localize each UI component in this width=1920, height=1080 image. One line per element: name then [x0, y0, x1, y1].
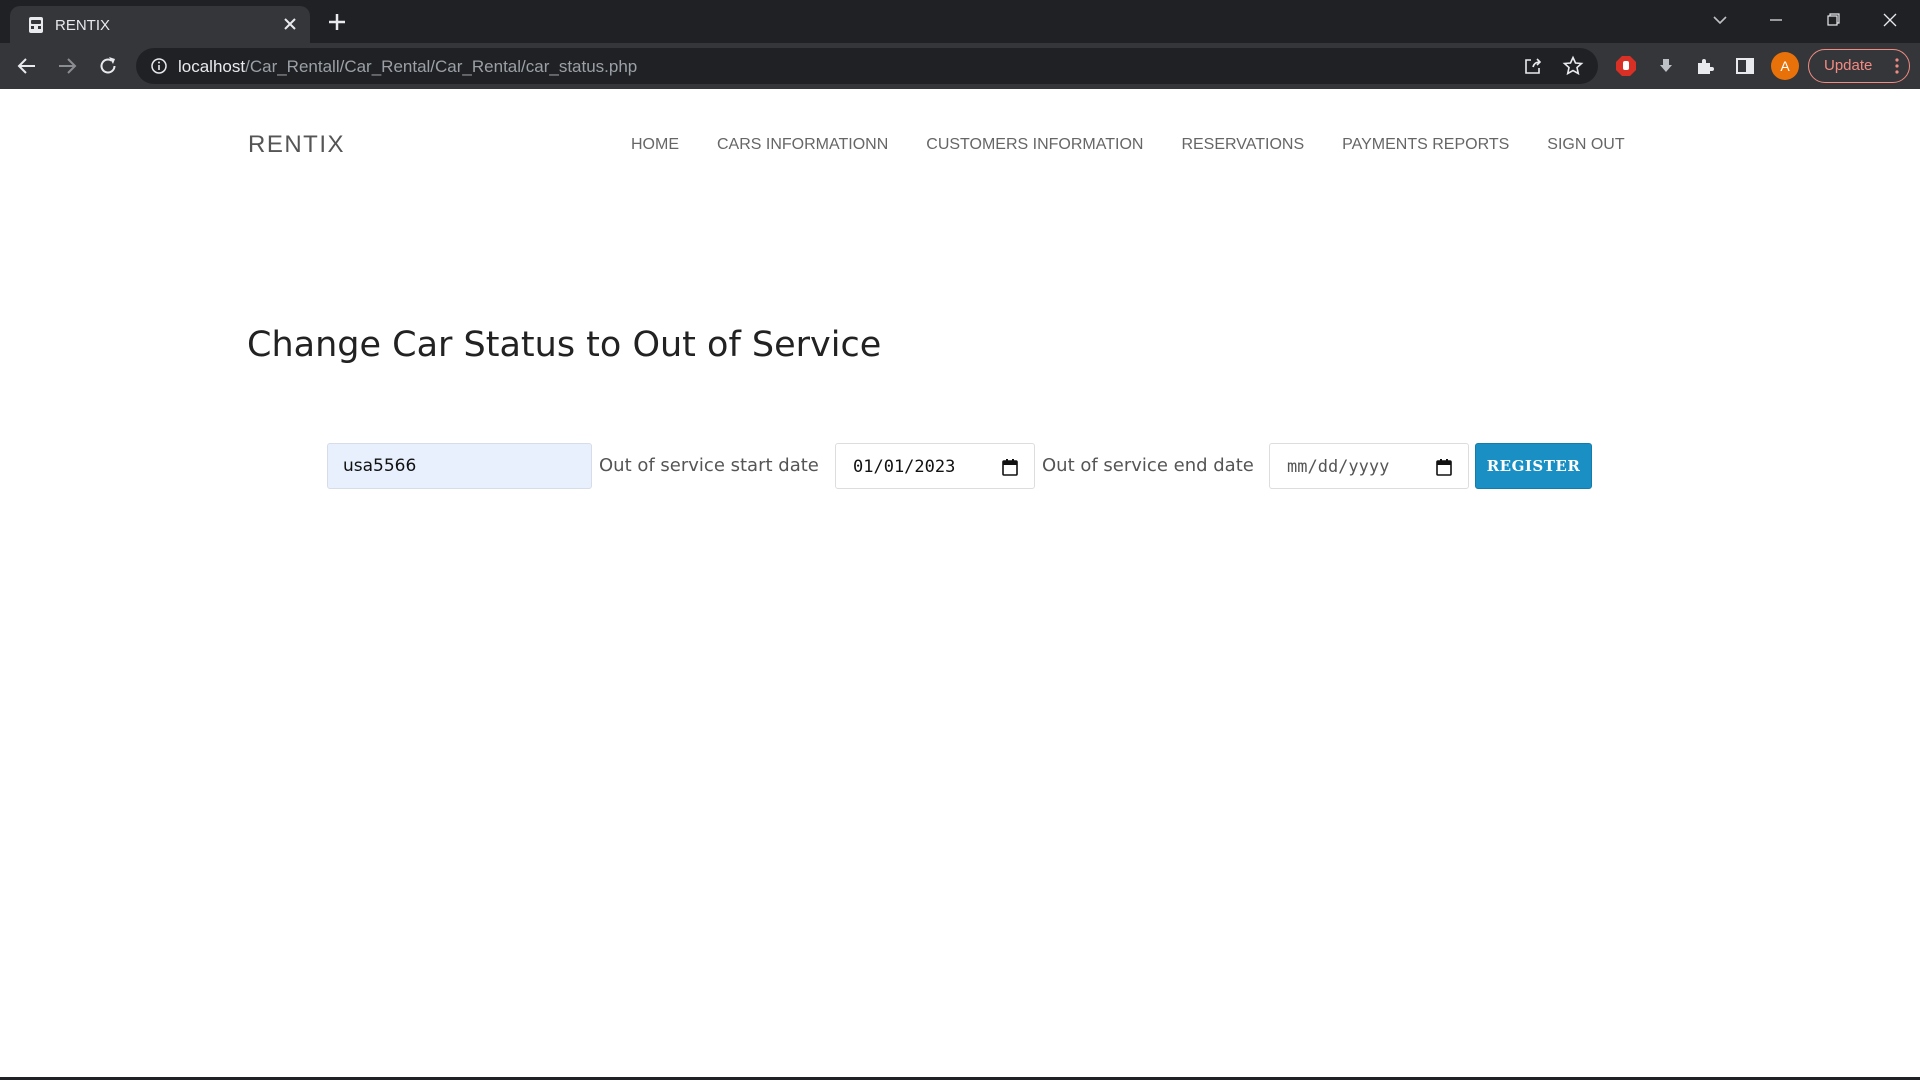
- minimize-icon[interactable]: [1764, 8, 1788, 32]
- car-favicon-icon: [29, 17, 43, 33]
- address-bar[interactable]: localhost/Car_Rentall/Car_Rental/Car_Ren…: [136, 48, 1598, 84]
- end-date-label: Out of service end date: [1042, 455, 1254, 476]
- nav-payments-reports[interactable]: PAYMENTS REPORTS: [1342, 136, 1509, 154]
- page-title: Change Car Status to Out of Service: [247, 325, 882, 365]
- url-host: localhost: [178, 57, 246, 76]
- download-extension-icon[interactable]: [1654, 54, 1678, 78]
- new-tab-icon[interactable]: [325, 10, 349, 34]
- restore-icon[interactable]: [1821, 8, 1845, 32]
- start-date-label: Out of service start date: [599, 455, 819, 476]
- extensions-puzzle-icon[interactable]: [1693, 54, 1717, 78]
- tab-search-icon[interactable]: [1708, 8, 1732, 32]
- nav-home[interactable]: HOME: [631, 136, 679, 154]
- url-path: /Car_Rentall/Car_Rental/Car_Rental/car_s…: [245, 57, 638, 76]
- browser-tabstrip: RENTIX: [0, 0, 1920, 43]
- site-info-icon[interactable]: [150, 57, 168, 75]
- adblock-extension-icon[interactable]: [1615, 55, 1637, 77]
- more-menu-icon: [1895, 58, 1899, 74]
- share-icon[interactable]: [1521, 54, 1545, 78]
- main-nav: HOME CARS INFORMATIONN CUSTOMERS INFORMA…: [631, 136, 1625, 154]
- calendar-icon[interactable]: [1436, 458, 1452, 476]
- site-brand[interactable]: RENTIX: [248, 131, 345, 159]
- url-text: localhost/Car_Rentall/Car_Rental/Car_Ren…: [178, 57, 637, 77]
- update-label: Update: [1824, 57, 1873, 74]
- close-window-icon[interactable]: [1878, 8, 1902, 32]
- back-icon[interactable]: [15, 54, 39, 78]
- update-button[interactable]: Update: [1808, 49, 1910, 83]
- start-date-input[interactable]: 01/01/2023: [835, 443, 1035, 489]
- nav-customers-information[interactable]: CUSTOMERS INFORMATION: [926, 136, 1143, 154]
- car-plate-input[interactable]: [327, 443, 592, 489]
- nav-sign-out[interactable]: SIGN OUT: [1547, 136, 1624, 154]
- nav-cars-information[interactable]: CARS INFORMATIONN: [717, 136, 888, 154]
- tab-title: RENTIX: [55, 17, 111, 34]
- forward-icon[interactable]: [55, 54, 79, 78]
- reload-icon[interactable]: [96, 54, 120, 78]
- side-panel-icon[interactable]: [1733, 54, 1757, 78]
- bookmark-star-icon[interactable]: [1561, 54, 1585, 78]
- profile-avatar[interactable]: A: [1771, 52, 1799, 80]
- close-tab-icon[interactable]: [280, 14, 300, 34]
- browser-tab[interactable]: RENTIX: [10, 6, 310, 43]
- end-date-placeholder: mm/dd/yyyy: [1287, 457, 1390, 477]
- browser-toolbar: localhost/Car_Rentall/Car_Rental/Car_Ren…: [0, 43, 1920, 89]
- page-content: RENTIX HOME CARS INFORMATIONN CUSTOMERS …: [0, 89, 1920, 1077]
- calendar-icon[interactable]: [1002, 458, 1018, 476]
- nav-reservations[interactable]: RESERVATIONS: [1181, 136, 1304, 154]
- end-date-input[interactable]: mm/dd/yyyy: [1269, 443, 1469, 489]
- register-button[interactable]: REGISTER: [1475, 443, 1592, 489]
- start-date-value: 01/01/2023: [853, 457, 956, 477]
